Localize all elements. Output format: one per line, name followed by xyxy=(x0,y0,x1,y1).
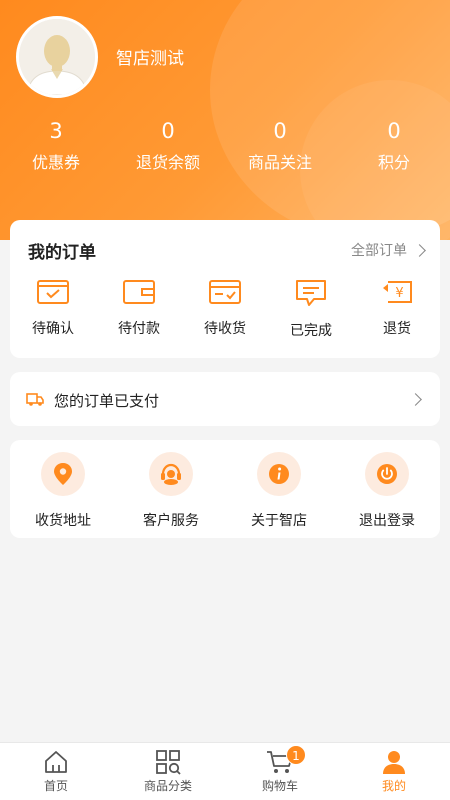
stat-value: 0 xyxy=(161,119,175,143)
service-label: 退出登录 xyxy=(359,513,415,529)
avatar[interactable] xyxy=(16,16,98,98)
notice-text: 您的订单已支付 xyxy=(54,392,160,410)
user-icon xyxy=(383,751,405,774)
tab-categories[interactable]: 商品分类 xyxy=(112,749,224,794)
stat-value: 3 xyxy=(49,119,63,143)
stat-label: 优惠券 xyxy=(31,153,80,172)
stats-row: 3 优惠券 0 退货余额 0 商品关注 0 积分 xyxy=(0,118,450,178)
delivery-card-icon xyxy=(209,280,241,304)
all-orders-label: 全部订单 xyxy=(351,243,407,259)
order-status-pending-payment[interactable]: 待付款 xyxy=(96,278,182,338)
service-label: 收货地址 xyxy=(35,513,91,529)
order-status-label: 待付款 xyxy=(118,321,160,337)
order-status-pending-confirm[interactable]: 待确认 xyxy=(10,278,96,338)
service-label: 关于智店 xyxy=(251,513,307,529)
svg-text:¥: ¥ xyxy=(395,286,403,301)
power-icon xyxy=(377,464,397,484)
tab-mine[interactable]: 我的 xyxy=(338,749,450,794)
stat-coupons[interactable]: 3 优惠券 xyxy=(0,118,112,176)
home-icon xyxy=(45,751,67,773)
stat-value: 0 xyxy=(273,119,287,143)
truck-icon xyxy=(26,393,44,406)
message-icon xyxy=(296,280,326,306)
stat-label: 积分 xyxy=(377,153,410,172)
service-about[interactable]: 关于智店 xyxy=(226,452,332,530)
orders-title: 我的订单 xyxy=(28,243,96,263)
order-status-label: 待确认 xyxy=(32,321,74,337)
order-status-label: 已完成 xyxy=(290,323,332,339)
order-status-pending-delivery[interactable]: 待收货 xyxy=(182,278,268,338)
tab-label: 我的 xyxy=(381,779,406,793)
pending-confirm-icon xyxy=(37,280,69,304)
chevron-right-icon xyxy=(413,243,426,257)
cart-count-badge: 1 xyxy=(286,745,306,765)
orders-card: 我的订单 全部订单 待确认 待付款 待收货 已完成 ¥ 退货 xyxy=(10,220,440,358)
chevron-right-icon xyxy=(409,393,422,406)
service-customer-support[interactable]: 客户服务 xyxy=(118,452,224,530)
stat-label: 退货余额 xyxy=(135,153,200,172)
stat-points[interactable]: 0 积分 xyxy=(338,118,450,176)
tab-label: 购物车 xyxy=(261,779,298,793)
service-logout[interactable]: 退出登录 xyxy=(334,452,440,530)
order-paid-notice[interactable]: 您的订单已支付 xyxy=(10,372,440,426)
stat-label: 商品关注 xyxy=(247,153,312,172)
services-card: 收货地址 客户服务 关于智店 退出登录 xyxy=(10,440,440,538)
tab-label: 首页 xyxy=(43,779,68,793)
stat-refund-balance[interactable]: 0 退货余额 xyxy=(112,118,224,176)
order-status-label: 待收货 xyxy=(204,321,246,337)
info-icon xyxy=(269,464,289,484)
category-icon xyxy=(156,750,181,775)
customer-service-icon xyxy=(161,463,181,485)
stat-favorites[interactable]: 0 商品关注 xyxy=(224,118,336,176)
tab-label: 商品分类 xyxy=(143,779,192,793)
order-status-refund[interactable]: ¥ 退货 xyxy=(354,278,440,338)
bottom-tab-bar: 首页 商品分类 1 购物车 我的 xyxy=(0,742,450,800)
service-label: 客户服务 xyxy=(143,513,199,529)
refund-icon: ¥ xyxy=(383,281,412,303)
shop-name: 智店测试 xyxy=(116,49,184,69)
wallet-icon xyxy=(123,280,155,304)
profile-header: 智店测试 3 优惠券 0 退货余额 0 商品关注 0 积分 xyxy=(0,0,450,240)
order-status-label: 退货 xyxy=(383,321,411,337)
tab-cart[interactable]: 1 购物车 xyxy=(224,745,336,794)
service-address[interactable]: 收货地址 xyxy=(10,452,116,530)
stat-value: 0 xyxy=(387,119,401,143)
tab-home[interactable]: 首页 xyxy=(0,749,112,794)
all-orders-link[interactable]: 全部订单 xyxy=(351,240,426,260)
location-pin-icon xyxy=(54,463,72,485)
order-status-completed[interactable]: 已完成 xyxy=(268,278,354,340)
